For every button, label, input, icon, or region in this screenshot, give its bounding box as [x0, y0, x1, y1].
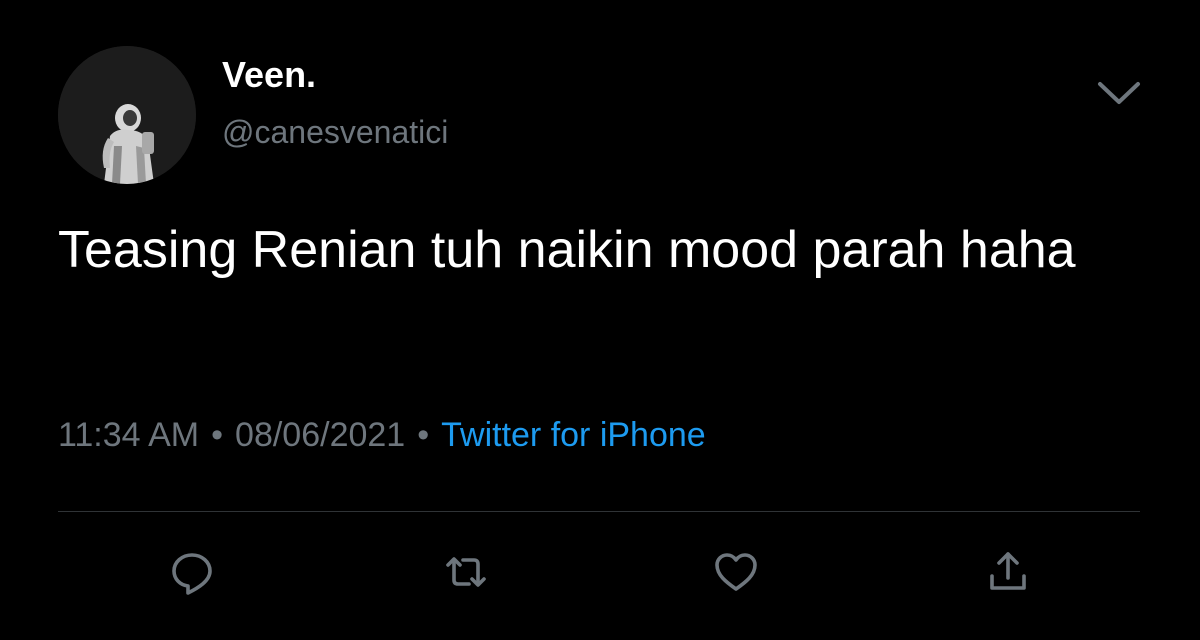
tweet-source-link[interactable]: Twitter for iPhone: [441, 416, 706, 455]
share-button[interactable]: [984, 548, 1032, 596]
reply-button[interactable]: [168, 548, 216, 596]
tweet-date: 08/06/2021: [235, 416, 406, 454]
tweet-text: Teasing Renian tuh naikin mood parah hah…: [58, 221, 1076, 279]
reply-icon: [172, 553, 212, 595]
retweet-button[interactable]: [442, 548, 490, 596]
retweet-icon: [446, 557, 486, 587]
tweet-time: 11:34 AM: [58, 416, 200, 454]
divider: [58, 511, 1140, 512]
chevron-down-icon: [1098, 82, 1140, 104]
astronaut-avatar-image: [58, 46, 196, 184]
more-options-button[interactable]: [1096, 78, 1142, 108]
avatar[interactable]: [58, 46, 196, 184]
meta-separator: •: [417, 416, 430, 454]
like-button[interactable]: [712, 548, 760, 596]
meta-separator: •: [211, 416, 224, 454]
author-display-name[interactable]: Veen.: [222, 54, 316, 96]
author-handle[interactable]: @canesvenatici: [222, 114, 448, 151]
tweet-detail: Veen. @canesvenatici Teasing Renian tuh …: [0, 0, 1200, 640]
like-icon: [715, 553, 757, 591]
tweet-metadata: 11:34 AM • 08/06/2021 • Twitter for iPho…: [58, 416, 706, 455]
share-icon: [990, 552, 1026, 590]
